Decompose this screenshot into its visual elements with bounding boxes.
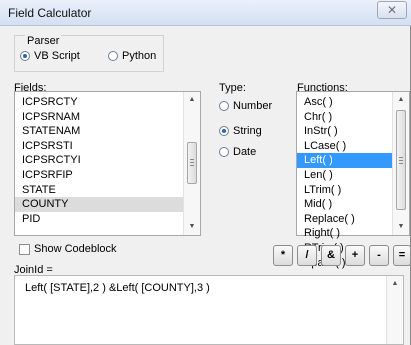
type-option-number[interactable]: Number	[219, 100, 272, 112]
functions-items: Asc( ) Chr( ) InStr( ) LCase( ) Left( ) Len( …	[297, 95, 392, 270]
parser-option-vbscript[interactable]: VB Script	[20, 50, 80, 62]
list-item[interactable]: InStr( )	[297, 124, 392, 139]
expression-scrollbar[interactable]: ▲	[386, 276, 403, 344]
type-label: Type:	[219, 82, 246, 94]
list-item[interactable]: STATENAM	[15, 124, 183, 139]
expression-editor[interactable]: Left( [STATE],2 ) &Left( [COUNTY],3 ) ▲	[14, 275, 404, 345]
list-item[interactable]: Len( )	[297, 168, 392, 183]
list-item[interactable]: ICPSRCTYI	[15, 153, 183, 168]
operator-plus-button[interactable]: +	[345, 245, 365, 266]
functions-list[interactable]: Asc( ) Chr( ) InStr( ) LCase( ) Left( ) Len( …	[296, 91, 410, 269]
list-item[interactable]: STATE	[15, 183, 183, 198]
radio-icon[interactable]	[219, 147, 229, 157]
scroll-thumb[interactable]	[396, 110, 406, 210]
list-item[interactable]: Mid( )	[297, 197, 392, 212]
list-item[interactable]: Chr( )	[297, 110, 392, 125]
operator-equals-button[interactable]: =	[393, 245, 411, 266]
list-item[interactable]: LCase( )	[297, 139, 392, 154]
show-codeblock-checkbox[interactable]	[19, 244, 30, 255]
list-item[interactable]: ICPSRCTY	[15, 95, 183, 110]
field-calculator-dialog: Field Calculator ✕ Parser VB Script Pyth…	[0, 0, 411, 345]
scroll-down-icon[interactable]: ▼	[184, 220, 200, 234]
scroll-up-icon[interactable]: ▲	[387, 277, 403, 291]
close-icon: ✕	[386, 3, 398, 17]
parser-option-label: Python	[122, 50, 157, 62]
close-button[interactable]: ✕	[377, 1, 407, 19]
radio-icon[interactable]	[219, 126, 229, 136]
parser-option-label: VB Script	[34, 50, 80, 62]
type-option-label: Number	[233, 100, 273, 112]
list-item[interactable]: LTrim( )	[297, 183, 392, 198]
fields-scrollbar[interactable]: ▲ ▼	[183, 92, 200, 235]
list-item[interactable]: Right( )	[297, 226, 392, 241]
list-item[interactable]: COUNTY	[15, 197, 183, 212]
parser-label: Parser	[25, 35, 62, 47]
operator-ampersand-button[interactable]: &	[321, 245, 341, 266]
parser-option-python[interactable]: Python	[108, 50, 156, 62]
list-item[interactable]: Asc( )	[297, 95, 392, 110]
scroll-thumb[interactable]	[187, 142, 197, 184]
list-item[interactable]: Left( )	[297, 153, 392, 168]
list-item[interactable]: ICPSRFIP	[15, 168, 183, 183]
scroll-up-icon[interactable]: ▲	[184, 93, 200, 107]
fields-list[interactable]: ICPSRCTY ICPSRNAM STATENAM ICPSRSTI ICPSRCTY…	[14, 91, 201, 236]
expression-text: Left( [STATE],2 ) &Left( [COUNTY],3 )	[25, 282, 210, 294]
type-option-label: String	[233, 125, 262, 137]
radio-icon[interactable]	[20, 51, 30, 61]
list-item[interactable]: ICPSRNAM	[15, 110, 183, 125]
type-option-string[interactable]: String	[219, 125, 262, 137]
title-bar[interactable]: Field Calculator ✕	[0, 0, 411, 26]
type-option-date[interactable]: Date	[219, 146, 256, 158]
functions-scrollbar[interactable]: ▲ ▼	[392, 92, 409, 235]
list-item[interactable]: PID	[15, 212, 183, 227]
list-item[interactable]: ICPSRSTI	[15, 139, 183, 154]
show-codeblock-label: Show Codeblock	[34, 243, 117, 255]
radio-icon[interactable]	[108, 51, 118, 61]
type-option-label: Date	[233, 146, 257, 158]
list-item[interactable]: Replace( )	[297, 212, 392, 227]
fields-items: ICPSRCTY ICPSRNAM STATENAM ICPSRSTI ICPSRCTY…	[15, 95, 183, 226]
operator-divide-button[interactable]: /	[297, 245, 317, 266]
operator-minus-button[interactable]: -	[369, 245, 389, 266]
operator-multiply-button[interactable]: *	[273, 245, 293, 266]
radio-icon[interactable]	[219, 101, 229, 111]
scroll-up-icon[interactable]: ▲	[393, 93, 409, 107]
scroll-down-icon[interactable]: ▼	[393, 220, 409, 234]
window-title: Field Calculator	[8, 6, 92, 20]
